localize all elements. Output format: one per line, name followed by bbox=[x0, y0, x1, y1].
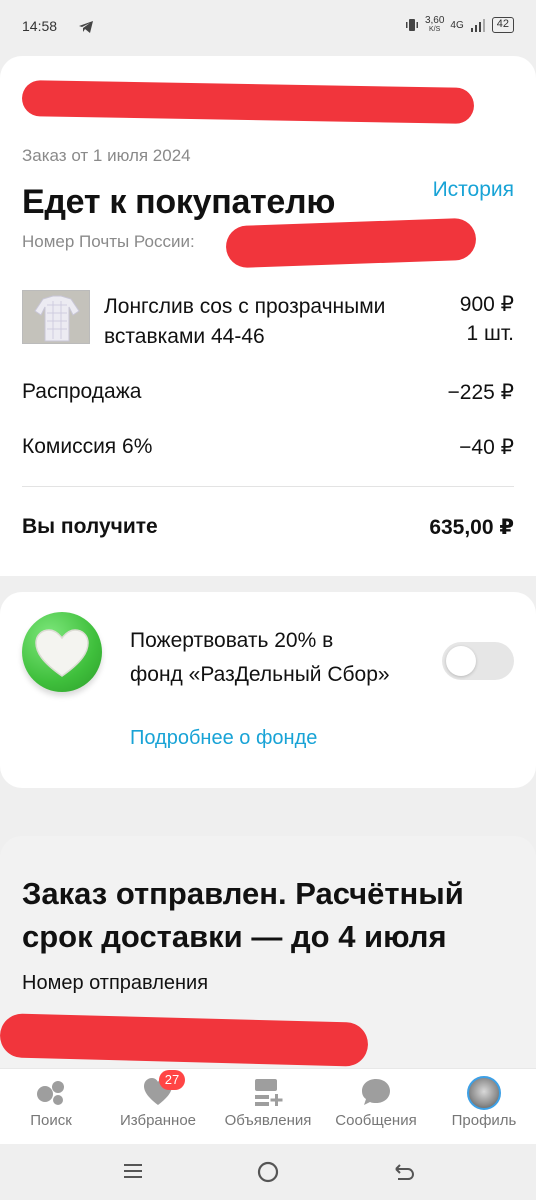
donate-toggle[interactable] bbox=[442, 642, 514, 680]
nav-label-listings: Объявления bbox=[224, 1112, 312, 1129]
chat-icon bbox=[359, 1076, 393, 1108]
signal-icon bbox=[470, 19, 485, 32]
listings-icon bbox=[251, 1076, 285, 1108]
status-time: 14:58 bbox=[22, 18, 58, 34]
product-name[interactable]: Лонгслив cos с прозрачными вставками 44-… bbox=[104, 292, 434, 352]
sale-value: −225 ₽ bbox=[447, 381, 515, 404]
status-indicators: 3,60 K/S 4G 42 bbox=[405, 16, 514, 34]
commission-value: −40 ₽ bbox=[459, 436, 514, 459]
product-quantity: 1 шт. bbox=[466, 322, 515, 345]
history-link[interactable]: История bbox=[433, 178, 514, 202]
network-speed-unit: K/S bbox=[429, 26, 441, 33]
longsleeve-image bbox=[23, 291, 89, 343]
order-status-title: Едет к покупателю bbox=[22, 183, 336, 221]
shipment-title: Заказ отправлен. Расчётный срок доставки… bbox=[22, 876, 464, 954]
battery-level: 42 bbox=[496, 18, 509, 30]
nav-label-messages: Сообщения bbox=[335, 1112, 417, 1129]
vibrate-icon bbox=[405, 19, 418, 31]
nav-label-search: Поиск bbox=[30, 1112, 72, 1129]
donate-text: Пожертвовать 20% в фонд «РазДельный Сбор… bbox=[130, 629, 390, 686]
network-type: 4G bbox=[450, 19, 464, 31]
product-thumbnail[interactable] bbox=[22, 290, 90, 344]
toggle-knob bbox=[446, 646, 476, 676]
post-tracking-label: Номер Почты России: bbox=[22, 232, 195, 251]
nav-label-favorites: Избранное bbox=[119, 1112, 197, 1129]
heart-badge-icon bbox=[22, 612, 102, 692]
back-icon[interactable] bbox=[392, 1160, 416, 1190]
nav-profile[interactable]: Профиль bbox=[434, 1076, 534, 1129]
nav-search[interactable]: Поиск bbox=[1, 1076, 101, 1129]
home-icon[interactable] bbox=[256, 1160, 280, 1190]
commission-label: Комиссия 6% bbox=[22, 435, 153, 458]
product-price: 900 ₽ bbox=[459, 293, 514, 316]
telegram-icon bbox=[79, 21, 93, 33]
status-bar: 14:58 3,60 K/S 4G 42 bbox=[0, 0, 536, 56]
nav-listings[interactable]: Объявления bbox=[218, 1076, 318, 1129]
order-date: Заказ от 1 июля 2024 bbox=[22, 146, 191, 165]
heart-icon bbox=[35, 629, 89, 677]
nav-label-profile: Профиль bbox=[451, 1112, 517, 1129]
total-label: Вы получите bbox=[22, 515, 158, 538]
avatar bbox=[467, 1076, 501, 1110]
divider bbox=[22, 486, 514, 487]
menu-icon[interactable] bbox=[122, 1160, 144, 1188]
nav-favorites[interactable]: 27 Избранное bbox=[108, 1070, 208, 1129]
nav-messages[interactable]: Сообщения bbox=[326, 1076, 426, 1129]
total-value: 635,00 ₽ bbox=[429, 516, 514, 539]
network-speed: 3,60 bbox=[424, 15, 445, 26]
battery-icon: 42 bbox=[491, 17, 514, 33]
sale-label: Распродажа bbox=[22, 380, 142, 403]
shipment-number-label: Номер отправления bbox=[22, 972, 209, 994]
redacted-tracking-number bbox=[225, 217, 477, 269]
fund-info-link[interactable]: Подробнее о фонде bbox=[130, 727, 317, 750]
heart-icon: 27 bbox=[141, 1070, 185, 1108]
favorites-badge: 27 bbox=[159, 1070, 185, 1090]
search-icon bbox=[34, 1076, 68, 1108]
